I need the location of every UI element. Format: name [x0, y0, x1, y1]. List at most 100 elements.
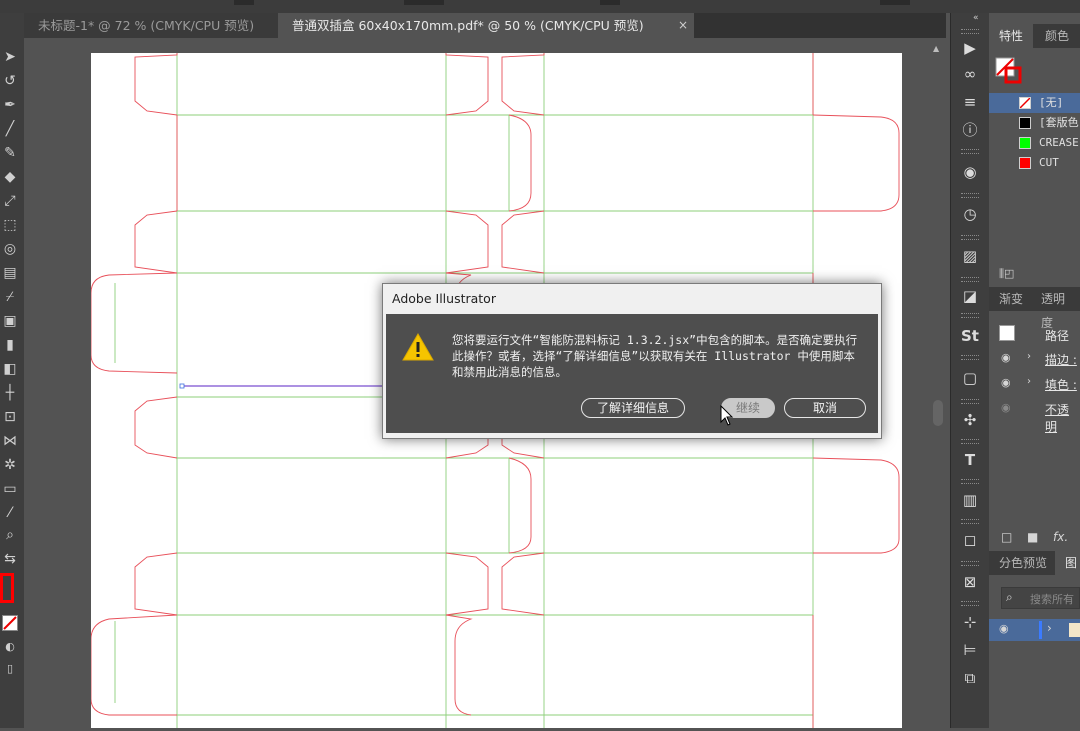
search-placeholder: 搜索所有 [1030, 593, 1074, 606]
swatch-name: CREASE [1039, 136, 1079, 149]
puppet-warp-icon[interactable]: ⋈ [0, 431, 20, 451]
ruler-icon[interactable]: ▥ [959, 489, 981, 511]
dialog-title: Adobe Illustrator [392, 291, 496, 306]
drawing-mode-icon[interactable]: ◐ [0, 637, 20, 657]
eye-icon[interactable]: ◉ [959, 161, 981, 183]
cancel-button[interactable]: 取消 [784, 398, 866, 418]
script-confirm-dialog: Adobe Illustrator 您将要运行文件“智能防混料标记 1.3.2.… [382, 283, 882, 439]
chevron-right-icon[interactable]: › [1027, 376, 1031, 387]
visibility-eye-icon[interactable]: ◉ [1001, 401, 1011, 414]
mesh-tool-icon[interactable]: ✲ [0, 455, 20, 475]
shape-builder-icon[interactable]: ◎ [0, 239, 20, 259]
perspective-icon[interactable]: ⊡ [0, 407, 20, 427]
zoom-tool-icon[interactable]: ⌕ [0, 525, 20, 545]
stock-icon[interactable]: St [959, 325, 981, 347]
fill-stroke-swatch[interactable] [995, 57, 1023, 85]
eraser-tool-icon[interactable]: ◆ [0, 167, 20, 187]
spot-swatch-icon [1019, 137, 1031, 149]
right-panels: 特性 颜色 [无] [套版色 CREASE CUT ⫼◰ 渐变 透明度 路径 ◉… [989, 13, 1080, 728]
collapse-panels-icon[interactable]: « [973, 13, 979, 23]
tab-properties[interactable]: 特性 [989, 24, 1034, 48]
visibility-eye-icon[interactable]: ◉ [999, 622, 1009, 635]
learn-more-button[interactable]: 了解详细信息 [581, 398, 685, 418]
direct-selection-icon[interactable]: ↺ [0, 71, 20, 91]
selected-path [179, 383, 391, 389]
blend-tool-icon[interactable]: ▭ [0, 479, 20, 499]
play-icon[interactable]: ▶ [959, 37, 981, 59]
scroll-up-icon[interactable]: ▲ [933, 44, 939, 53]
selection-tool-icon[interactable]: ➤ [0, 47, 20, 67]
fx-icon[interactable]: fx. [1053, 530, 1068, 544]
vertical-scrollbar[interactable]: ▲ [930, 38, 946, 728]
visibility-eye-icon[interactable]: ◉ [1001, 351, 1011, 364]
crop-icon[interactable]: ⊠ [959, 571, 981, 593]
dialog-message: 您将要运行文件“智能防混料标记 1.3.2.jsx”中包含的脚本。是否确定要执行… [452, 333, 858, 379]
layer-row[interactable]: ◉ › [989, 619, 1080, 641]
swatch-name: [套版色 [1039, 116, 1079, 129]
swatch-row[interactable]: [套版色 [989, 113, 1080, 133]
document-tab-bar: 未标题-1* @ 72 % (CMYK/CPU 预览) × 普通双插盒 60x4… [24, 13, 946, 38]
stroke-row[interactable]: 描边 : [1045, 351, 1077, 368]
line-tool-icon[interactable]: ╱ [0, 119, 20, 139]
scale-tool-icon[interactable]: ⤢ [0, 191, 20, 211]
clock-icon[interactable]: ◷ [959, 203, 981, 225]
artboard-icon[interactable]: ◻ [959, 529, 981, 551]
tab-untitled[interactable]: 未标题-1* @ 72 % (CMYK/CPU 预览) × [24, 13, 300, 38]
swatch-row[interactable]: [无] [989, 93, 1080, 113]
tab-gradient[interactable]: 渐变 [989, 287, 1033, 311]
swatch-row[interactable]: CUT [989, 153, 1080, 173]
link-icon[interactable]: ∞ [959, 63, 981, 85]
free-transform-icon[interactable]: ⬚ [0, 215, 20, 235]
swap-colors-icon[interactable]: ⇆ [0, 549, 20, 569]
screen-mode-icon[interactable]: ▯ [0, 659, 20, 679]
search-icon: ⌕ [1006, 590, 1013, 604]
none-color-button[interactable] [2, 615, 18, 631]
swatch-name: CUT [1039, 156, 1059, 169]
add-stroke-icon[interactable]: □ [1001, 530, 1012, 544]
mouse-cursor-icon [720, 405, 734, 426]
swatch-icon[interactable]: ▢ [959, 367, 981, 389]
puzzle-icon[interactable]: ✣ [959, 409, 981, 431]
close-icon[interactable]: × [678, 13, 688, 38]
search-field[interactable]: ⌕ 搜索所有 [1001, 587, 1080, 609]
warning-icon [402, 332, 434, 361]
fill-stroke-icon [995, 57, 1022, 84]
align-icon[interactable]: ⊨ [959, 639, 981, 661]
chevron-right-icon[interactable]: › [1027, 351, 1031, 362]
gradient-tool-icon[interactable]: ▤ [0, 263, 20, 283]
tab-active-document[interactable]: 普通双插盒 60x40x170mm.pdf* @ 50 % (CMYK/CPU … [278, 13, 694, 38]
opacity-row[interactable]: 不透明 [1045, 401, 1080, 435]
eyedropper-icon[interactable]: ⁄ [0, 503, 20, 523]
info-icon[interactable]: ⓘ [959, 119, 981, 141]
tab-label: 普通双插盒 60x40x170mm.pdf* @ 50 % (CMYK/CPU … [292, 18, 644, 33]
eyedropper-tool-icon[interactable]: ⌿ [0, 287, 20, 307]
swatch-name: [无] [1039, 96, 1064, 109]
artboard-tool-icon[interactable]: ◧ [0, 359, 20, 379]
asset-export-icon[interactable]: ◪ [959, 285, 981, 307]
type-icon[interactable]: T [959, 449, 981, 471]
slice-tool-icon[interactable]: ┼ [0, 383, 20, 403]
tab-color[interactable]: 颜色 [1035, 24, 1079, 48]
transform-icon[interactable]: ⊹ [959, 611, 981, 633]
tab-transparency[interactable]: 透明度 [1031, 287, 1080, 330]
separations-panel-tabs: 分色预览 图 [989, 551, 1080, 575]
swatch-row[interactable]: CREASE [989, 133, 1080, 153]
properties-icon[interactable]: ≡ [959, 91, 981, 113]
image-trace-icon[interactable]: ▨ [959, 245, 981, 267]
layer-color-bar [1039, 621, 1042, 639]
panel-dock: « ▶ ∞ ≡ ⓘ ◉ ◷ ▨ ◪ St ▢ ✣ T ▥ ◻ ⊠ ⊹ ⊨ ⧉ [950, 13, 990, 728]
brush-tool-icon[interactable]: ✎ [0, 143, 20, 163]
graph-tool-icon[interactable]: ▮ [0, 335, 20, 355]
tab-image[interactable]: 图 [1055, 551, 1080, 575]
symbol-sprayer-icon[interactable]: ▣ [0, 311, 20, 331]
fill-row[interactable]: 填色 : [1045, 376, 1077, 393]
swatch-library-icon[interactable]: ⫼◰ [999, 267, 1014, 281]
add-fill-icon[interactable]: ■ [1027, 530, 1038, 544]
visibility-eye-icon[interactable]: ◉ [1001, 376, 1011, 389]
pen-tool-icon[interactable]: ✒ [0, 95, 20, 115]
chevron-right-icon[interactable]: › [1047, 621, 1052, 635]
fill-stroke-indicator[interactable] [0, 573, 14, 603]
tab-separations[interactable]: 分色预览 [989, 551, 1057, 575]
pathfinder-icon[interactable]: ⧉ [959, 667, 981, 689]
scroll-thumb[interactable] [933, 400, 943, 426]
